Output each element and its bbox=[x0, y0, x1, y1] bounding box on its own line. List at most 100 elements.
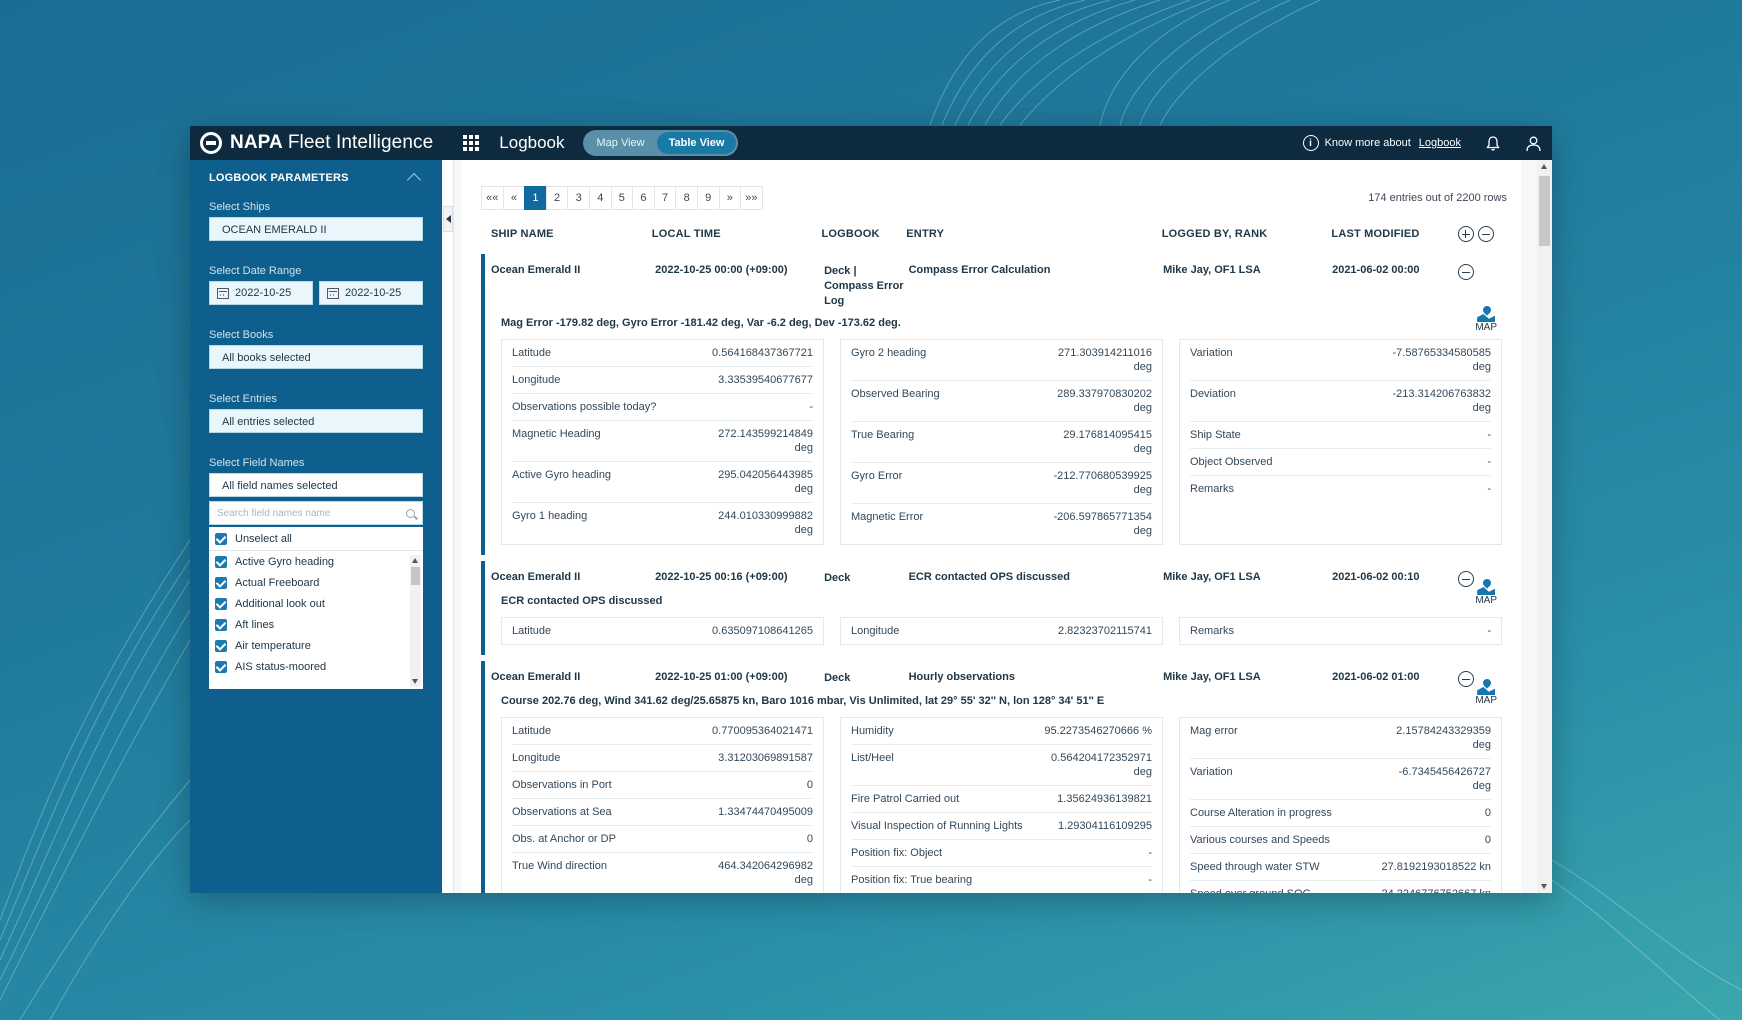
main-area: «« «1 2 3 4 5 6 7 8 9»»» 174 entries out of 2200 … bbox=[454, 160, 1552, 893]
scroll-up-icon[interactable] bbox=[1541, 164, 1547, 169]
chevron-up-icon[interactable] bbox=[406, 172, 422, 188]
field-row: Magnetic Heading 272.143599214849 deg bbox=[512, 421, 813, 462]
column-entry[interactable]: ENTRY bbox=[906, 228, 1161, 240]
checkbox-checked-icon[interactable] bbox=[215, 639, 227, 652]
checkbox-checked-icon[interactable] bbox=[215, 660, 227, 673]
collapse-sidebar-button[interactable] bbox=[443, 206, 453, 232]
know-more[interactable]: i Know more about Logbook bbox=[1302, 135, 1461, 151]
row-ship-name: Ocean Emerald II bbox=[491, 571, 581, 583]
unselect-all-option[interactable]: Unselect all bbox=[209, 527, 423, 551]
list-item[interactable]: AIS status-moored bbox=[209, 656, 423, 677]
checkbox-checked-icon[interactable] bbox=[215, 597, 227, 610]
page-button[interactable]: 9 bbox=[696, 186, 720, 210]
field-name: Latitude bbox=[512, 347, 552, 359]
brand[interactable]: NAPA Fleet Intelligence bbox=[200, 132, 433, 154]
page-button[interactable]: 8 bbox=[675, 186, 698, 210]
entries-select[interactable]: All entries selected bbox=[209, 409, 423, 433]
date-to-field[interactable]: 2022-10-25 bbox=[319, 281, 423, 305]
checkbox-checked-icon[interactable] bbox=[215, 618, 227, 631]
map-button[interactable]: MAP bbox=[1475, 304, 1497, 333]
map-button[interactable]: MAP bbox=[1475, 577, 1497, 606]
table-row[interactable]: Ocean Emerald II 2022-10-25 00:00 (+09:00… bbox=[481, 254, 1507, 555]
list-item[interactable]: Active Gyro heading bbox=[209, 551, 423, 572]
column-ship-name[interactable]: SHIP NAME bbox=[481, 228, 652, 240]
collapse-row-icon[interactable] bbox=[1457, 671, 1474, 687]
field-row: Observations possible today? - bbox=[512, 394, 813, 421]
field-value: 272.143599214849 deg bbox=[718, 428, 813, 454]
field-value: -213.314206763832 deg bbox=[1392, 388, 1491, 414]
field-row: Longitude 3.33539540677677 bbox=[512, 367, 813, 394]
know-more-link[interactable]: Logbook bbox=[1419, 137, 1461, 149]
page-button[interactable]: 1 bbox=[524, 186, 547, 210]
field-row: Gyro 1 heading 244.010330999882 deg bbox=[512, 503, 813, 543]
page-button[interactable]: 2 bbox=[545, 186, 569, 210]
checkbox-checked-icon[interactable] bbox=[215, 532, 227, 545]
field-name: Speed over ground SOG bbox=[1190, 887, 1311, 893]
scroll-up-icon[interactable] bbox=[412, 558, 418, 563]
apps-grid-icon[interactable] bbox=[463, 135, 480, 151]
field-search-input[interactable]: Search field names name bbox=[209, 501, 423, 525]
list-item[interactable]: Actual Freeboard bbox=[209, 572, 423, 593]
page-button[interactable]: 5 bbox=[610, 186, 634, 210]
table-row[interactable]: Ocean Emerald II 2022-10-25 01:00 (+09:00… bbox=[481, 661, 1507, 893]
date-from-field[interactable]: 2022-10-25 bbox=[209, 281, 313, 305]
column-local-time[interactable]: LOCAL TIME bbox=[652, 228, 822, 240]
page-button[interactable]: 7 bbox=[653, 186, 677, 210]
field-name: Gyro 1 heading bbox=[512, 510, 588, 522]
sidebar-header[interactable]: LOGBOOK PARAMETERS bbox=[209, 170, 423, 188]
ships-select[interactable]: OCEAN EMERALD II bbox=[209, 217, 423, 241]
page-button[interactable]: 3 bbox=[567, 186, 590, 210]
column-logbook[interactable]: LOGBOOK bbox=[821, 228, 906, 240]
scroll-down-icon[interactable] bbox=[1541, 884, 1547, 889]
scroll-down-icon[interactable] bbox=[412, 679, 418, 684]
expand-all-icon[interactable] bbox=[1457, 226, 1474, 242]
list-item[interactable]: Additional look out bbox=[209, 593, 423, 614]
field-value: - bbox=[1148, 847, 1152, 859]
column-logged-by[interactable]: LOGGED BY, RANK bbox=[1162, 228, 1332, 240]
page-button[interactable]: » bbox=[718, 186, 742, 210]
map-pin-icon bbox=[1477, 677, 1496, 695]
column-last-modified[interactable]: LAST MODIFIED bbox=[1331, 228, 1457, 240]
field-names-select[interactable]: All field names selected bbox=[209, 473, 423, 497]
checkbox-checked-icon[interactable] bbox=[215, 555, 227, 568]
collapse-all-icon[interactable] bbox=[1477, 226, 1494, 242]
books-label: Select Books bbox=[209, 329, 274, 341]
main-scrollbar[interactable] bbox=[1537, 160, 1552, 893]
field-name: True Bearing bbox=[851, 429, 915, 441]
tab-map-view[interactable]: Map View bbox=[585, 132, 657, 154]
field-value: - bbox=[1487, 429, 1491, 441]
sidebar-title: LOGBOOK PARAMETERS bbox=[209, 171, 349, 184]
field-value: 0.564204172352971 deg bbox=[1051, 752, 1152, 778]
scroll-thumb[interactable] bbox=[411, 567, 420, 585]
row-logged-by: Mike Jay, OF1 LSA bbox=[1163, 264, 1261, 276]
field-row: List/Heel 0.564204172352971 deg bbox=[851, 745, 1152, 786]
bell-icon[interactable] bbox=[1485, 135, 1501, 152]
field-row: Latitude 0.564168437367721 bbox=[512, 340, 813, 367]
field-value: 29.176814095415 deg bbox=[1063, 429, 1152, 455]
field-value: 464.342064296982 deg bbox=[718, 860, 813, 886]
map-button[interactable]: MAP bbox=[1475, 677, 1497, 706]
scroll-thumb[interactable] bbox=[1539, 176, 1550, 246]
page-button[interactable]: 6 bbox=[632, 186, 655, 210]
field-name: Longitude bbox=[512, 752, 561, 764]
field-panel: Latitude 0.770095364021471 Longitude 3.3120… bbox=[501, 717, 824, 893]
user-icon[interactable] bbox=[1525, 135, 1542, 152]
page-button[interactable]: 4 bbox=[588, 186, 612, 210]
collapse-row-icon[interactable] bbox=[1457, 264, 1474, 280]
page-button[interactable]: «« bbox=[481, 186, 504, 210]
list-item[interactable]: Aft lines bbox=[209, 614, 423, 635]
row-logbook: Deck | Compass Error Log bbox=[824, 265, 904, 307]
page-button[interactable]: « bbox=[502, 186, 526, 210]
books-select[interactable]: All books selected bbox=[209, 345, 423, 369]
list-scrollbar[interactable] bbox=[410, 555, 421, 687]
search-icon bbox=[406, 508, 415, 518]
row-local-time: 2022-10-25 01:00 (+09:00) bbox=[655, 671, 788, 683]
page-button[interactable]: »» bbox=[740, 186, 763, 210]
field-value: 244.010330999882 deg bbox=[718, 510, 813, 536]
table-row[interactable]: Ocean Emerald II 2022-10-25 00:16 (+09:00… bbox=[481, 561, 1507, 655]
tab-table-view[interactable]: Table View bbox=[656, 132, 737, 154]
collapse-row-icon[interactable] bbox=[1457, 571, 1474, 587]
field-row: Longitude 2.82323702115741 bbox=[851, 618, 1152, 644]
checkbox-checked-icon[interactable] bbox=[215, 576, 227, 589]
list-item[interactable]: Air temperature bbox=[209, 635, 423, 656]
